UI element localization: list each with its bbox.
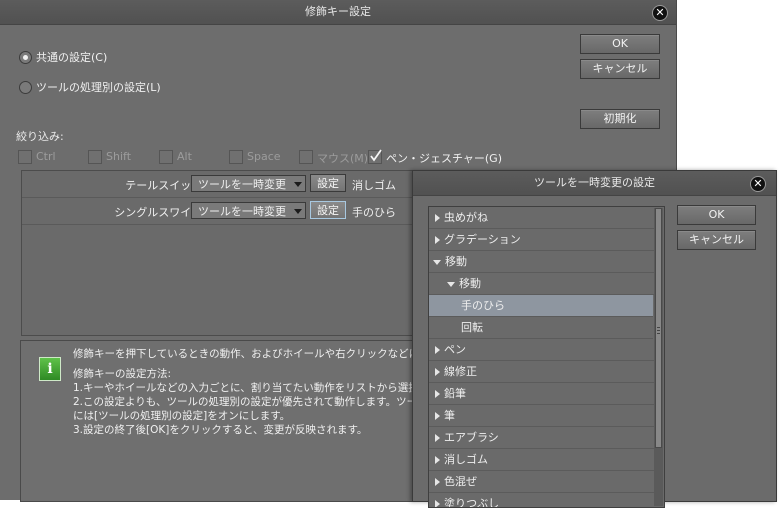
tree-item-blend[interactable]: 色混ぜ (429, 471, 659, 493)
tree-item-move-group[interactable]: 移動 (429, 251, 657, 273)
grip-icon (657, 327, 660, 328)
filter-alt-checkbox[interactable] (159, 150, 173, 164)
tree-item-label: 筆 (444, 409, 455, 422)
expand-arrow-icon (435, 478, 440, 486)
tree-item-eraser[interactable]: 消しゴム (429, 449, 659, 471)
filter-space-checkbox[interactable] (229, 150, 243, 164)
chevron-down-icon (294, 182, 302, 187)
radio-common-settings[interactable] (19, 51, 32, 64)
sub-dialog-title: ツールを一時変更の設定 (534, 176, 655, 189)
filter-mouse-checkbox[interactable] (299, 150, 313, 164)
radio-per-tool-label: ツールの処理別の設定(L) (36, 81, 161, 94)
main-dialog-title: 修飾キー設定 (305, 5, 371, 18)
expand-arrow-icon (435, 412, 440, 420)
grip-icon (657, 333, 660, 334)
tree-item-label: 移動 (459, 277, 481, 290)
tree-item-move-subgroup[interactable]: 移動 (429, 273, 657, 295)
single-swipe-action-value: ツールを一時変更 (198, 205, 286, 218)
expand-arrow-icon (435, 456, 440, 464)
tree-item-rotate[interactable]: 回転 (429, 317, 653, 339)
main-titlebar: 修飾キー設定 (0, 0, 676, 25)
close-icon[interactable]: ✕ (750, 176, 766, 192)
tree-item-fill[interactable]: 塗りつぶし (429, 493, 659, 508)
info-line-6: 3.設定の終了後[OK]をクリックすると、変更が反映されます。 (73, 424, 368, 436)
tail-switch-action-value: ツールを一時変更 (198, 178, 286, 191)
expand-arrow-icon (435, 236, 440, 244)
sub-cancel-button[interactable]: キャンセル (677, 230, 756, 250)
filter-mouse-label: マウス(M) (317, 152, 369, 165)
checkmark-icon (370, 149, 382, 162)
filter-ctrl-label: Ctrl (36, 150, 56, 163)
tree-item-pencil[interactable]: 鉛筆 (429, 383, 659, 405)
tree-item-label: ペン (444, 343, 466, 356)
single-swipe-settings-button[interactable]: 設定 (310, 201, 346, 219)
info-line-1: 修飾キーを押下しているときの動作、およびホイールや右クリックなどに割り (73, 348, 419, 360)
tree-item-label: 色混ぜ (444, 475, 477, 488)
tool-tree: 虫めがね グラデーション 移動 移動 手のひら 回転 ペン 線修正 鉛筆 筆 エ… (428, 206, 665, 508)
filter-shift-checkbox[interactable] (88, 150, 102, 164)
collapse-arrow-icon (447, 281, 455, 287)
tree-scrollbar[interactable] (654, 208, 663, 506)
tail-switch-value: 消しゴム (352, 179, 396, 192)
tree-item-airbrush[interactable]: エアブラシ (429, 427, 659, 449)
grip-icon (657, 330, 660, 331)
expand-arrow-icon (435, 214, 440, 222)
expand-arrow-icon (435, 390, 440, 398)
reset-button[interactable]: 初期化 (580, 109, 660, 129)
single-swipe-action-select[interactable]: ツールを一時変更 (191, 202, 306, 219)
tree-item-label: 回転 (461, 321, 483, 334)
info-line-5: には[ツールの処理別の設定]をオンにします。 (73, 410, 291, 422)
filter-ctrl-checkbox[interactable] (18, 150, 32, 164)
tree-item-hand[interactable]: 手のひら (429, 295, 653, 317)
tree-item-label: 鉛筆 (444, 387, 466, 400)
tree-item-label: グラデーション (444, 233, 521, 246)
tree-item-label: 虫めがね (444, 211, 488, 224)
filter-pen-gesture-label: ペン・ジェスチャー(G) (386, 152, 502, 165)
tree-item-label: 消しゴム (444, 453, 488, 466)
tree-item-label: エアブラシ (444, 431, 499, 444)
filter-alt-label: Alt (177, 150, 192, 163)
tree-item-line-correction[interactable]: 線修正 (429, 361, 659, 383)
tree-item-label: 手のひら (461, 299, 505, 312)
tree-item-label: 塗りつぶし (444, 497, 500, 508)
radio-per-tool-settings[interactable] (19, 81, 32, 94)
expand-arrow-icon (435, 500, 440, 507)
settings-row-single-swipe: シングルスワイプ: ツールを一時変更 設定 手のひら (22, 198, 412, 225)
radio-common-label: 共通の設定(C) (36, 51, 108, 64)
tree-item-pen[interactable]: ペン (429, 339, 659, 361)
filter-shift-label: Shift (106, 150, 132, 163)
settings-list: テールスイッチ: ツールを一時変更 設定 消しゴム シングルスワイプ: ツールを… (21, 170, 413, 336)
single-swipe-value: 手のひら (352, 206, 396, 219)
ok-button[interactable]: OK (580, 34, 660, 54)
chevron-down-icon (294, 209, 302, 214)
filter-pen-gesture-checkbox[interactable] (368, 149, 382, 164)
temporary-tool-change-dialog: ツールを一時変更の設定 ✕ OK キャンセル 虫めがね グラデーション 移動 移… (412, 170, 777, 508)
info-line-4: 2.この設定よりも、ツールの処理別の設定が優先されて動作します。ツー (73, 396, 418, 408)
info-text: 修飾キーを押下しているときの動作、およびホイールや右クリックなどに割り 修飾キー… (73, 347, 419, 437)
filter-space-label: Space (247, 150, 281, 163)
tree-item-label: 移動 (445, 255, 467, 268)
tail-switch-action-select[interactable]: ツールを一時変更 (191, 175, 306, 192)
sub-ok-button[interactable]: OK (677, 205, 756, 225)
expand-arrow-icon (435, 368, 440, 376)
sub-titlebar: ツールを一時変更の設定 (413, 171, 776, 196)
collapse-arrow-icon (433, 259, 441, 265)
expand-arrow-icon (435, 346, 440, 354)
single-swipe-label: シングルスワイプ: (114, 206, 206, 219)
info-line-3: 1.キーやホイールなどの入力ごとに、割り当てたい動作をリストから選択しま (73, 382, 419, 394)
tree-scrollbar-thumb[interactable] (655, 208, 662, 448)
close-icon[interactable]: ✕ (652, 5, 668, 21)
tree-item-brush[interactable]: 筆 (429, 405, 659, 427)
settings-row-tail-switch: テールスイッチ: ツールを一時変更 設定 消しゴム (22, 171, 412, 198)
tail-switch-settings-button[interactable]: 設定 (310, 174, 346, 192)
info-line-2: 修飾キーの設定方法: (73, 368, 172, 380)
tree-item-gradient[interactable]: グラデーション (429, 229, 659, 251)
tree-item-label: 線修正 (444, 365, 477, 378)
filter-label: 絞り込み: (16, 130, 64, 143)
expand-arrow-icon (435, 434, 440, 442)
info-icon: i (39, 357, 61, 381)
cancel-button[interactable]: キャンセル (580, 59, 660, 79)
info-panel: i 修飾キーを押下しているときの動作、およびホイールや右クリックなどに割り 修飾… (20, 340, 422, 502)
tree-item-magnifier[interactable]: 虫めがね (429, 207, 659, 229)
